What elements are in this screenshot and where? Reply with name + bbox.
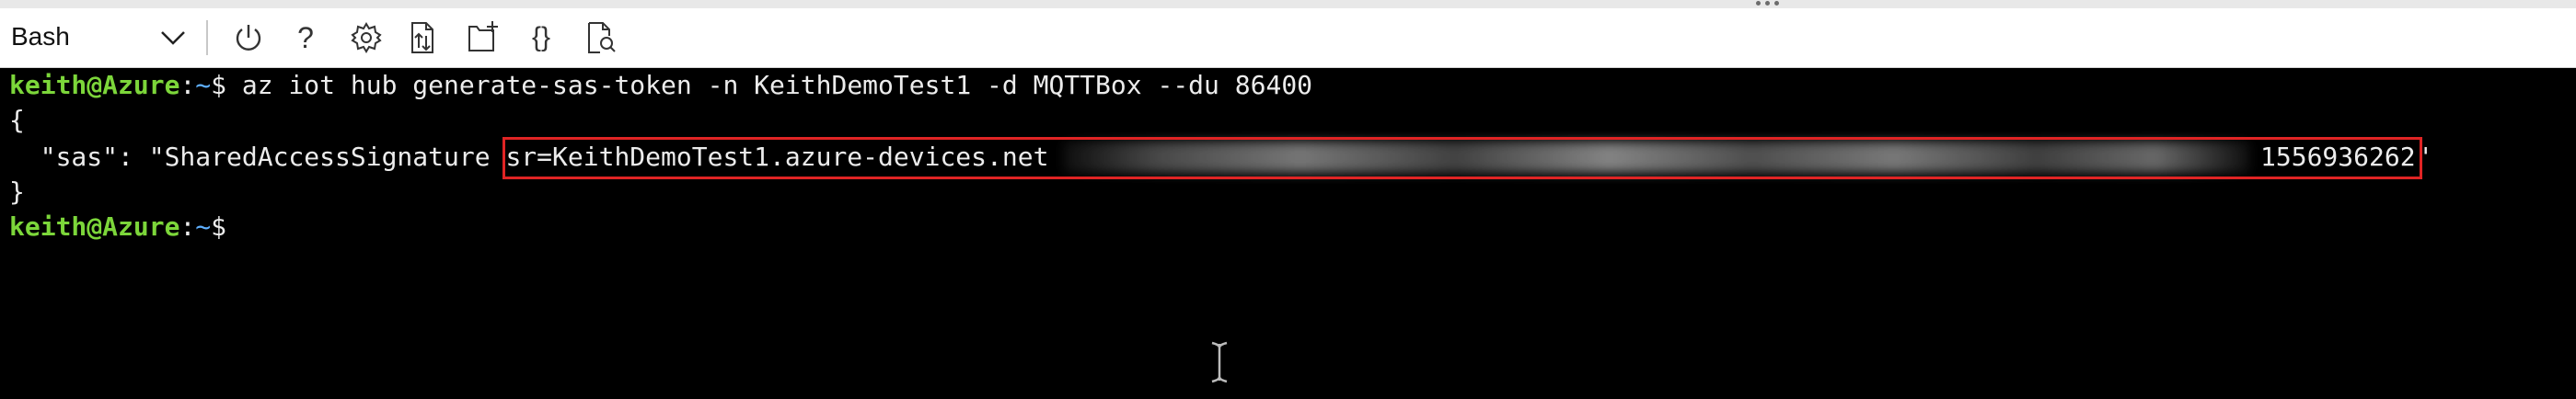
terminal-output[interactable]: keith@Azure:~$ az iot hub generate-sas-t…: [0, 68, 2576, 399]
web-preview-icon: [588, 22, 616, 53]
shell-selector-label: Bash: [11, 22, 70, 51]
prompt-symbol: $: [211, 211, 242, 242]
gear-icon: [351, 22, 382, 53]
help-button[interactable]: ?: [285, 17, 326, 58]
json-open-brace: {: [9, 105, 25, 135]
settings-button[interactable]: [346, 17, 387, 58]
prompt-line: keith@Azure:~$: [9, 210, 242, 245]
braces-icon: {}: [531, 22, 551, 52]
question-icon: ?: [297, 21, 314, 54]
command-text: az iot hub generate-sas-token -n KeithDe…: [241, 70, 1313, 100]
resize-grip-icon[interactable]: [1754, 0, 1782, 8]
web-preview-button[interactable]: [580, 17, 620, 58]
new-session-icon: [468, 21, 498, 51]
prompt-path: ~: [195, 70, 212, 100]
restart-button[interactable]: [228, 17, 269, 58]
chevron-down-icon: [161, 31, 185, 45]
sas-highlight-box: [502, 137, 2422, 179]
toolbar: Bash ? {}: [0, 8, 2576, 68]
prompt-symbol: $: [211, 70, 242, 100]
json-close-brace: }: [9, 177, 25, 207]
cloud-shell-window: Bash ? {} keith@Azure:~$ az iot hub gene…: [0, 0, 2576, 399]
prompt-user: keith@Azure: [9, 211, 180, 242]
new-session-button[interactable]: [462, 17, 502, 58]
toolbar-divider: [206, 20, 208, 55]
prompt-separator: :: [179, 70, 196, 100]
shell-selector[interactable]: Bash: [0, 8, 198, 67]
drag-strip[interactable]: [0, 0, 2576, 8]
upload-download-button[interactable]: [403, 17, 444, 58]
command-line: keith@Azure:~$ az iot hub generate-sas-t…: [9, 68, 1312, 103]
prompt-user: keith@Azure: [9, 70, 180, 100]
prompt-path: ~: [195, 211, 212, 242]
prompt-separator: :: [179, 211, 196, 242]
power-icon: [236, 25, 261, 51]
file-transfer-icon: [411, 22, 433, 53]
text-cursor-icon: [1211, 341, 1228, 383]
sas-key-text: "sas": "SharedAccessSignature: [9, 142, 506, 172]
editor-button[interactable]: {}: [521, 17, 561, 58]
